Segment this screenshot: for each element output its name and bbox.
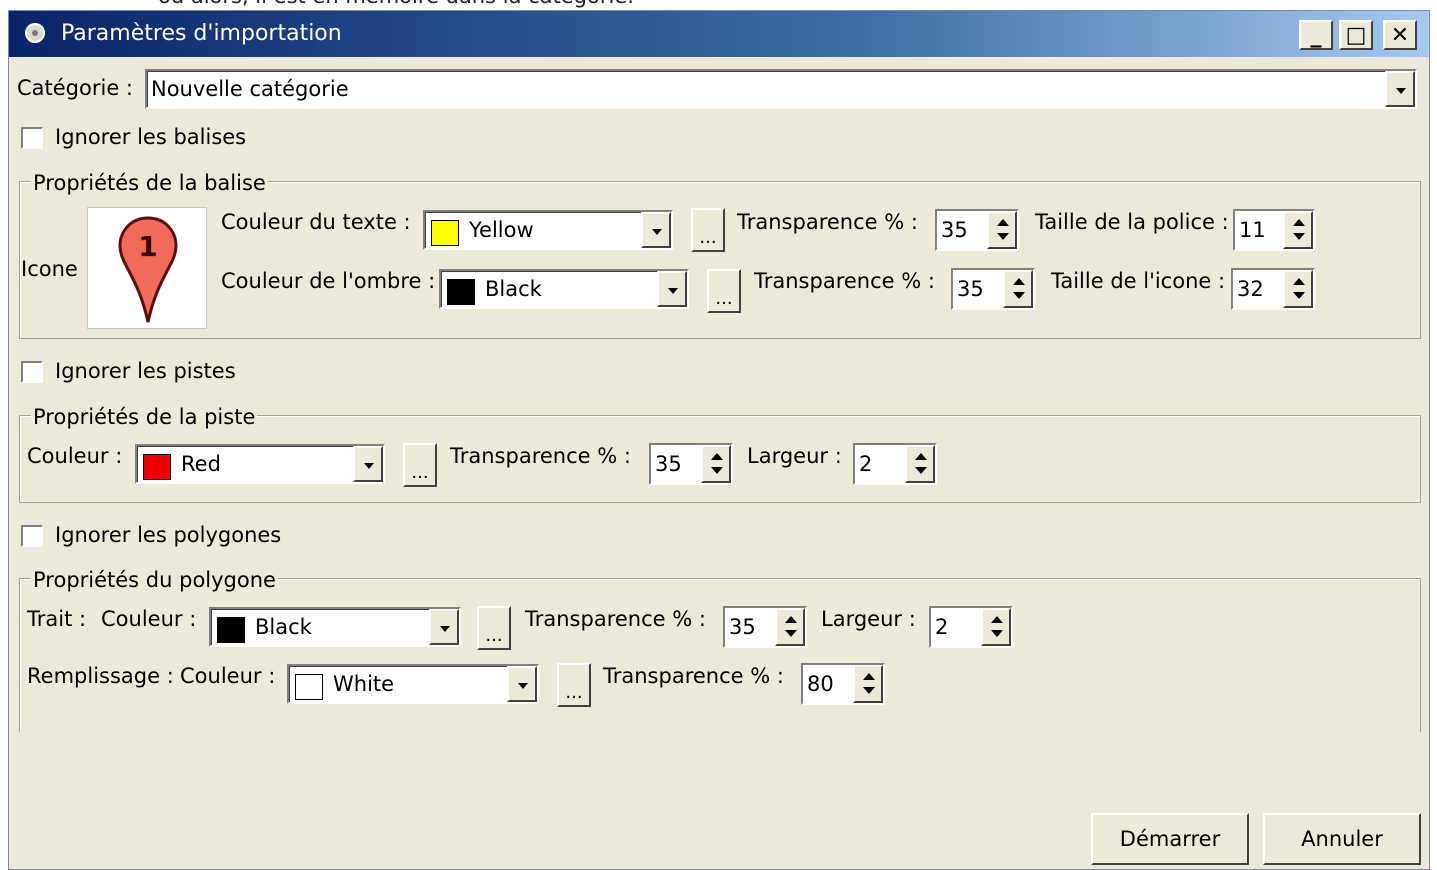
piste-color-label: Couleur : <box>27 444 123 468</box>
piste-transparency-spin-buttons[interactable] <box>701 445 731 483</box>
ignore-pistes-checkbox[interactable] <box>21 361 43 383</box>
shadow-transparency-spin-buttons[interactable] <box>1003 270 1033 308</box>
trait-width-spinner[interactable]: 2 <box>929 606 1013 648</box>
trait-width-value[interactable]: 2 <box>935 615 948 639</box>
piste-transparency-label: Transparence % : <box>450 444 631 468</box>
fill-color-swatch <box>295 674 323 700</box>
cancel-button[interactable]: Annuler <box>1263 813 1421 865</box>
trait-transparency-label: Transparence % : <box>525 607 706 631</box>
shadow-color-dropdown-button[interactable] <box>657 271 687 307</box>
trait-color-combo[interactable]: Black <box>209 607 461 647</box>
balise-properties-legend: Propriétés de la balise <box>31 171 268 195</box>
shadow-color-combo[interactable]: Black <box>439 269 689 309</box>
text-transparency-spin-buttons[interactable] <box>987 211 1017 249</box>
ignore-pistes-label[interactable]: Ignorer les pistes <box>55 359 236 383</box>
trait-width-spin-buttons[interactable] <box>981 608 1011 646</box>
trait-transparency-spin-buttons[interactable] <box>775 608 805 646</box>
piste-color-more-button[interactable]: ... <box>403 443 437 487</box>
window-title: Paramètres d'importation <box>61 21 342 46</box>
piste-width-label: Largeur : <box>747 444 842 468</box>
balise-properties-group <box>19 181 1421 339</box>
shadow-transparency-label: Transparence % : <box>754 269 935 293</box>
ignore-balises-label[interactable]: Ignorer les balises <box>55 125 246 149</box>
fill-color-value: White <box>333 672 395 696</box>
piste-width-spinner[interactable]: 2 <box>853 443 937 485</box>
trait-color-more-button[interactable]: ... <box>477 606 511 650</box>
trait-color-swatch <box>217 617 245 643</box>
font-size-spinner[interactable]: 11 <box>1233 209 1315 251</box>
fill-transparency-spin-buttons[interactable] <box>853 665 883 703</box>
ignore-balises-checkbox[interactable] <box>21 127 43 149</box>
marker-number: 1 <box>138 230 157 263</box>
background-text: où alors, il est en mémoire dans la caté… <box>158 0 634 8</box>
font-size-label: Taille de la police : <box>1035 210 1229 234</box>
shadow-transparency-value[interactable]: 35 <box>957 277 984 301</box>
import-settings-dialog: Paramètres d'importation _ □ ✕ Catégorie… <box>8 10 1430 870</box>
piste-color-combo[interactable]: Red <box>135 444 385 484</box>
trait-transparency-value[interactable]: 35 <box>729 615 756 639</box>
piste-color-value: Red <box>181 452 221 476</box>
trait-label: Trait : <box>27 607 87 631</box>
app-icon <box>25 23 45 43</box>
close-button[interactable]: ✕ <box>1383 20 1417 50</box>
maximize-button[interactable]: □ <box>1339 20 1373 50</box>
trait-color-value: Black <box>255 615 312 639</box>
shadow-transparency-spinner[interactable]: 35 <box>951 268 1035 310</box>
text-color-combo[interactable]: Yellow <box>423 210 673 250</box>
text-transparency-value[interactable]: 35 <box>941 218 968 242</box>
icon-size-label: Taille de l'icone : <box>1051 269 1226 293</box>
fill-color-dropdown-button[interactable] <box>507 666 537 702</box>
trait-color-label: Couleur : <box>101 607 197 631</box>
shadow-color-value: Black <box>485 277 542 301</box>
start-button[interactable]: Démarrer <box>1091 813 1249 865</box>
text-color-value: Yellow <box>469 218 534 242</box>
ignore-polygones-label[interactable]: Ignorer les polygones <box>55 523 281 547</box>
fill-transparency-value[interactable]: 80 <box>807 672 834 696</box>
piste-color-swatch <box>143 454 171 480</box>
text-color-more-button[interactable]: ... <box>691 208 725 252</box>
piste-transparency-spinner[interactable]: 35 <box>649 443 733 485</box>
trait-transparency-spinner[interactable]: 35 <box>723 606 807 648</box>
text-color-swatch <box>431 220 459 246</box>
text-color-dropdown-button[interactable] <box>641 212 671 248</box>
categorie-label: Catégorie : <box>17 76 134 100</box>
minimize-button[interactable]: _ <box>1299 20 1333 50</box>
marker-icon-preview[interactable]: 1 <box>87 207 207 329</box>
shadow-color-label: Couleur de l'ombre : <box>221 269 436 293</box>
shadow-color-swatch <box>447 279 475 305</box>
categorie-dropdown-button[interactable] <box>1385 71 1415 107</box>
text-transparency-label: Transparence % : <box>737 210 918 234</box>
categorie-combo[interactable]: Nouvelle catégorie <box>145 69 1417 109</box>
ignore-polygones-checkbox[interactable] <box>21 525 43 547</box>
map-marker-icon: 1 <box>118 216 178 323</box>
piste-color-dropdown-button[interactable] <box>353 446 383 482</box>
icon-label: Icone <box>21 257 78 281</box>
polygone-properties-group <box>19 578 1421 732</box>
piste-width-spin-buttons[interactable] <box>905 445 935 483</box>
fill-color-combo[interactable]: White <box>287 664 539 704</box>
piste-width-value[interactable]: 2 <box>859 452 872 476</box>
font-size-value[interactable]: 11 <box>1239 218 1266 242</box>
font-size-spin-buttons[interactable] <box>1283 211 1313 249</box>
polygone-properties-legend: Propriétés du polygone <box>31 568 278 592</box>
fill-color-label: Couleur : <box>180 664 276 688</box>
trait-width-label: Largeur : <box>821 607 916 631</box>
icon-size-spin-buttons[interactable] <box>1283 270 1313 308</box>
icon-size-spinner[interactable]: 32 <box>1231 268 1315 310</box>
piste-transparency-value[interactable]: 35 <box>655 452 682 476</box>
text-color-label: Couleur du texte : <box>221 210 411 234</box>
icon-size-value[interactable]: 32 <box>1237 277 1264 301</box>
categorie-value[interactable]: Nouvelle catégorie <box>151 77 349 101</box>
shadow-color-more-button[interactable]: ... <box>707 269 741 313</box>
title-bar[interactable]: Paramètres d'importation _ □ ✕ <box>9 11 1429 57</box>
trait-color-dropdown-button[interactable] <box>429 609 459 645</box>
fill-transparency-spinner[interactable]: 80 <box>801 663 885 705</box>
fill-transparency-label: Transparence % : <box>603 664 784 688</box>
fill-color-more-button[interactable]: ... <box>557 663 591 707</box>
text-transparency-spinner[interactable]: 35 <box>935 209 1019 251</box>
remplissage-label: Remplissage : <box>27 664 174 688</box>
piste-properties-legend: Propriétés de la piste <box>31 405 258 429</box>
